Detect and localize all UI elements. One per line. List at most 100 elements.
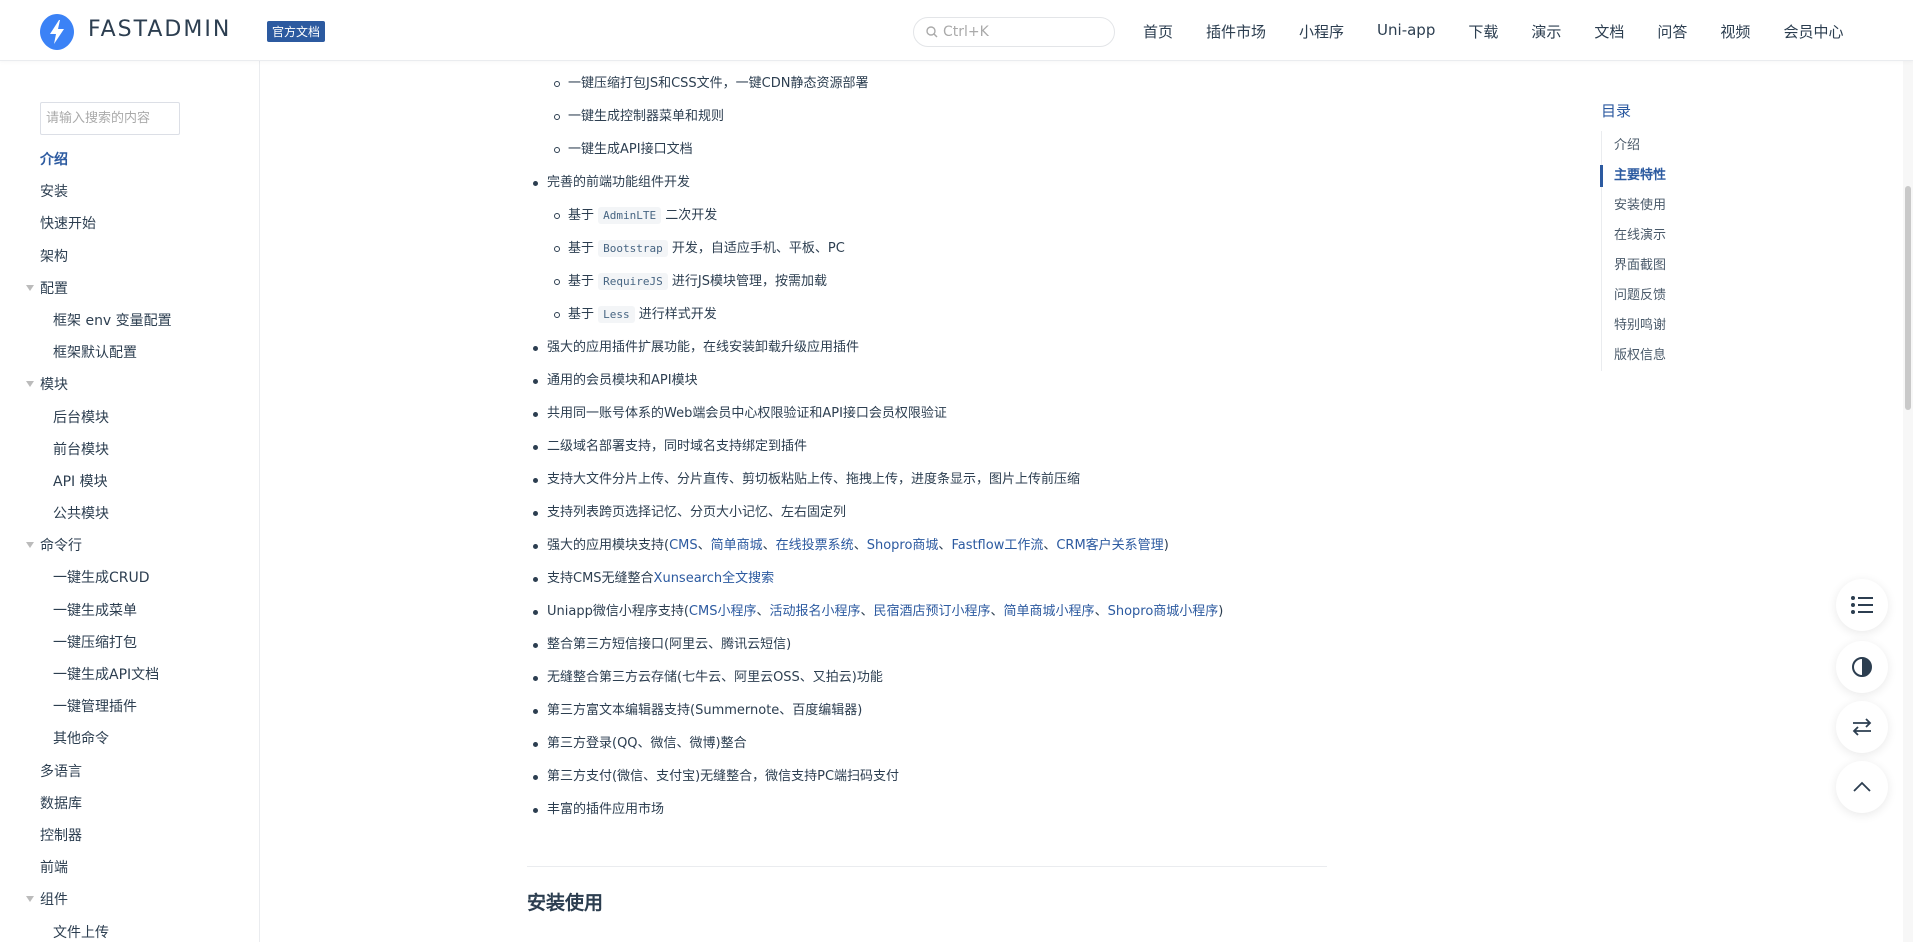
nav-link[interactable]: 视频: [1720, 21, 1750, 42]
nav-link[interactable]: 插件市场: [1206, 21, 1266, 42]
header-search-input[interactable]: [943, 22, 1108, 42]
contrast-icon: [1852, 657, 1872, 677]
sidebar-item[interactable]: 控制器: [0, 822, 259, 854]
nav-link[interactable]: 首页: [1143, 21, 1173, 42]
list-item-text: 第三方登录(QQ、微信、微博)整合: [547, 736, 747, 751]
inline-code: Less: [598, 306, 635, 323]
list-item: 共用同一账号体系的Web端会员中心权限验证和API接口会员权限验证: [527, 401, 1223, 434]
toc-toggle-button[interactable]: [1836, 579, 1888, 631]
inline-link[interactable]: CRM客户关系管理: [1056, 538, 1163, 553]
sidebar-item[interactable]: 一键生成CRUD: [0, 564, 259, 596]
fastadmin-logo-icon[interactable]: [38, 13, 76, 51]
page-scrollbar[interactable]: [1903, 0, 1913, 942]
nav-link[interactable]: 会员中心: [1783, 21, 1843, 42]
list-item-text: 支持列表跨页选择记忆、分页大小记忆、左右固定列: [547, 505, 847, 520]
list-item: 强大的应用插件扩展功能，在线安装卸载升级应用插件: [527, 335, 1223, 368]
sidebar-item[interactable]: 组件: [0, 886, 259, 918]
list-item-text: 支持CMS无缝整合: [547, 571, 654, 586]
sidebar-item-label: 架构: [40, 248, 68, 265]
list-item: 二级域名部署支持，同时域名支持绑定到插件: [527, 434, 1223, 467]
toc-item[interactable]: 主要特性: [1600, 161, 1751, 191]
inline-link[interactable]: Shopro商城: [867, 538, 939, 553]
sidebar-item[interactable]: 文件上传: [0, 919, 259, 942]
sidebar-search-input[interactable]: [40, 102, 180, 135]
back-to-top-button[interactable]: [1836, 761, 1888, 813]
sidebar-item[interactable]: 多语言: [0, 758, 259, 790]
list-item: 一键压缩打包JS和CSS文件，一键CDN静态资源部署: [527, 71, 1223, 104]
nav-link[interactable]: 文档: [1594, 21, 1624, 42]
sidebar-item[interactable]: 数据库: [0, 790, 259, 822]
caret-down-icon[interactable]: [26, 896, 34, 903]
sidebar-item[interactable]: 快速开始: [0, 210, 259, 242]
sidebar-item[interactable]: 一键管理插件: [0, 693, 259, 725]
sidebar-item[interactable]: 公共模块: [0, 500, 259, 532]
list-item-text: 丰富的插件应用市场: [547, 802, 665, 817]
toc-item[interactable]: 问题反馈: [1602, 281, 1751, 311]
list-item-text: ): [1218, 604, 1224, 619]
sidebar-menu: 介绍 安装 快速开始架构配置框架 env 变量配置 框架默认配置 模块 后台模块前台模块 A…: [0, 146, 259, 942]
inline-link[interactable]: 简单商城: [711, 538, 763, 553]
toc-list-icon: [1851, 596, 1873, 614]
sidebar-item-label: 配置: [40, 280, 68, 297]
sidebar-item[interactable]: API 模块: [0, 468, 259, 500]
nav-link[interactable]: 小程序: [1299, 21, 1344, 42]
sidebar-item[interactable]: 模块: [0, 371, 259, 403]
sidebar-item[interactable]: 框架 env 变量配置: [0, 307, 259, 339]
header-search-box[interactable]: [913, 17, 1115, 47]
toc-item[interactable]: 版权信息: [1602, 341, 1751, 371]
sidebar-item[interactable]: 一键生成API文档: [0, 661, 259, 693]
list-item: 基于 Bootstrap 开发，自适应手机、平板、PC: [527, 236, 1223, 269]
toc-item[interactable]: 界面截图: [1602, 251, 1751, 281]
sidebar-item[interactable]: 命令行: [0, 532, 259, 564]
sidebar-item[interactable]: 其他命令: [0, 725, 259, 757]
list-item: 第三方支付(微信、支付宝)无缝整合，微信支持PC端扫码支付: [527, 764, 1223, 797]
list-item-text: 开发，自适应手机、平板、PC: [671, 241, 845, 256]
inline-link[interactable]: 活动报名小程序: [769, 604, 860, 619]
toc-item[interactable]: 特别鸣谢: [1602, 311, 1751, 341]
toc-item[interactable]: 安装使用: [1602, 191, 1751, 221]
toc-item[interactable]: 介绍: [1602, 131, 1751, 161]
sidebar-item[interactable]: 介绍: [0, 146, 259, 178]
sidebar-item[interactable]: 框架默认配置: [0, 339, 259, 371]
inline-link[interactable]: Shopro商城小程序: [1108, 604, 1219, 619]
sidebar-item[interactable]: 配置: [0, 275, 259, 307]
sidebar-item[interactable]: 一键压缩打包: [0, 629, 259, 661]
sidebar-item-label: 一键压缩打包: [53, 634, 137, 651]
sidebar-item[interactable]: 前端: [0, 854, 259, 886]
inline-link[interactable]: CMS: [669, 538, 698, 553]
sidebar-item[interactable]: 后台模块: [0, 404, 259, 436]
sidebar-item[interactable]: 架构: [0, 243, 259, 275]
page-scrollbar-thumb[interactable]: [1905, 186, 1911, 410]
list-item-text: 强大的应用插件扩展功能，在线安装卸载升级应用插件: [547, 340, 860, 355]
sidebar-item[interactable]: 安装: [0, 178, 259, 210]
list-item: 基于 Less 进行样式开发: [527, 302, 1223, 335]
inline-link[interactable]: 简单商城小程序: [1004, 604, 1095, 619]
sidebar-item-label: 前台模块: [53, 441, 109, 458]
caret-down-icon[interactable]: [26, 542, 34, 549]
inline-link[interactable]: Fastflow工作流: [951, 538, 1043, 553]
switch-layout-button[interactable]: [1836, 701, 1888, 753]
inline-link[interactable]: 民宿酒店预订小程序: [874, 604, 991, 619]
toc-item[interactable]: 在线演示: [1602, 221, 1751, 251]
inline-code: Bootstrap: [598, 240, 668, 257]
inline-link[interactable]: 在线投票系统: [776, 538, 854, 553]
caret-down-icon[interactable]: [26, 284, 34, 291]
section-heading-install: 安装使用: [527, 892, 604, 914]
features-list: 一键压缩打包JS和CSS文件，一键CDN静态资源部署 一键生成控制器菜单和规则 一键…: [527, 71, 1223, 830]
sidebar-item-label: 一键生成CRUD: [53, 570, 150, 587]
list-item-text: 基于: [568, 307, 595, 322]
list-item-text: ): [1163, 538, 1169, 553]
theme-toggle-button[interactable]: [1836, 641, 1888, 693]
caret-down-icon[interactable]: [26, 381, 34, 388]
sidebar-item[interactable]: 前台模块: [0, 436, 259, 468]
nav-link[interactable]: 下载: [1468, 21, 1498, 42]
inline-link[interactable]: CMS小程序: [689, 604, 757, 619]
inline-link[interactable]: Xunsearch全文搜索: [654, 571, 775, 586]
nav-link[interactable]: 问答: [1657, 21, 1687, 42]
list-item: 基于 AdminLTE 二次开发: [527, 203, 1223, 236]
sidebar-item[interactable]: 一键生成菜单: [0, 597, 259, 629]
list-item-text: 进行JS模块管理，按需加载: [671, 274, 827, 289]
nav-link[interactable]: Uni-app: [1377, 21, 1435, 42]
brand-name[interactable]: FASTADMIN: [88, 17, 231, 42]
nav-link[interactable]: 演示: [1531, 21, 1561, 42]
